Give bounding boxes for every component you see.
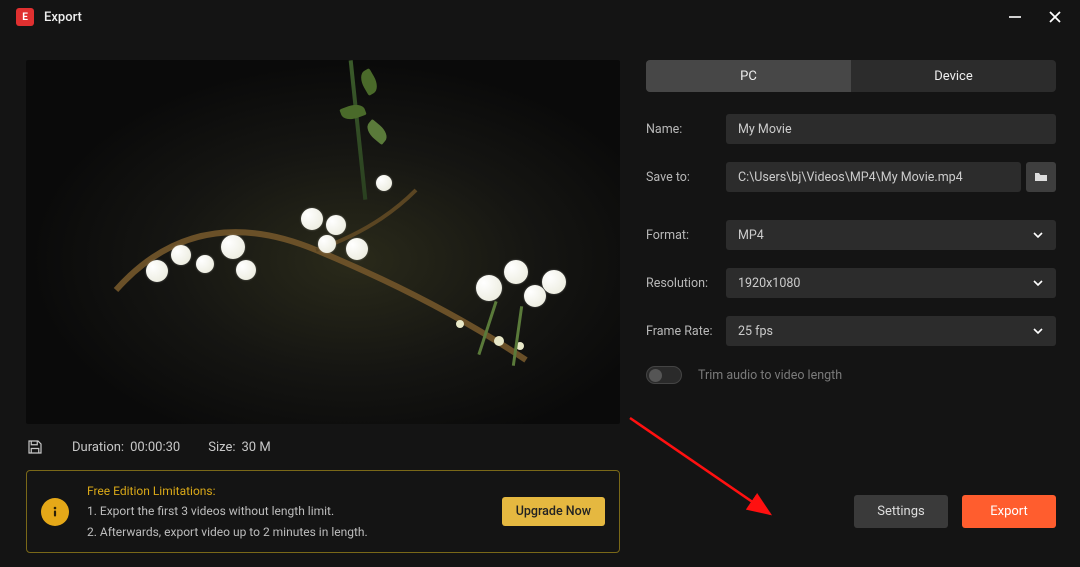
browse-button[interactable] xyxy=(1026,162,1056,192)
framerate-value: 25 fps xyxy=(738,324,773,339)
format-value: MP4 xyxy=(738,228,764,243)
chevron-down-icon xyxy=(1032,229,1044,241)
chevron-down-icon xyxy=(1032,325,1044,337)
window-title: Export xyxy=(44,10,82,25)
framerate-label: Frame Rate: xyxy=(646,324,726,339)
saveto-field[interactable] xyxy=(726,162,1021,192)
duration-value: 00:00:30 xyxy=(130,440,180,455)
tab-device[interactable]: Device xyxy=(851,60,1056,92)
limitations-line2: 2. Afterwards, export video up to 2 minu… xyxy=(87,522,368,542)
name-label: Name: xyxy=(646,122,726,137)
limitations-left: Free Edition Limitations: 1. Export the … xyxy=(41,481,368,542)
minimize-button[interactable] xyxy=(1006,8,1024,26)
name-field[interactable] xyxy=(726,114,1056,144)
size-label: Size: xyxy=(208,440,235,455)
meta-row: Duration: 00:00:30 Size: 30 M xyxy=(26,438,620,456)
video-preview xyxy=(26,60,620,424)
format-select[interactable]: MP4 xyxy=(726,220,1056,250)
filesize: Size: 30 M xyxy=(208,440,270,455)
resolution-value: 1920x1080 xyxy=(738,276,800,291)
app-icon: E xyxy=(16,8,34,26)
app-icon-letter: E xyxy=(22,12,28,23)
resolution-select[interactable]: 1920x1080 xyxy=(726,268,1056,298)
format-label: Format: xyxy=(646,228,726,243)
trim-toggle[interactable] xyxy=(646,366,682,384)
folder-icon xyxy=(1033,169,1049,185)
left-column: Duration: 00:00:30 Size: 30 M xyxy=(26,60,620,456)
close-icon xyxy=(1048,10,1062,24)
toggle-knob xyxy=(649,369,662,382)
resolution-label: Resolution: xyxy=(646,276,726,291)
saveto-label: Save to: xyxy=(646,170,726,185)
name-row: Name: xyxy=(646,114,1056,144)
export-tabs: PC Device xyxy=(646,60,1056,92)
trim-label: Trim audio to video length xyxy=(698,368,842,383)
size-value: 30 M xyxy=(242,440,271,455)
close-button[interactable] xyxy=(1046,8,1064,26)
titlebar: E Export xyxy=(0,0,1080,34)
duration: Duration: 00:00:30 xyxy=(72,440,180,455)
export-button[interactable]: Export xyxy=(962,495,1056,528)
upgrade-button[interactable]: Upgrade Now xyxy=(502,497,605,526)
limitations-title: Free Edition Limitations: xyxy=(87,481,368,501)
bottom-bar: Free Edition Limitations: 1. Export the … xyxy=(0,466,1080,567)
chevron-down-icon xyxy=(1032,277,1044,289)
limitations-text: Free Edition Limitations: 1. Export the … xyxy=(87,481,368,542)
framerate-select[interactable]: 25 fps xyxy=(726,316,1056,346)
info-icon xyxy=(41,498,69,526)
save-icon xyxy=(26,438,44,456)
tab-pc[interactable]: PC xyxy=(646,60,851,92)
titlebar-left: E Export xyxy=(16,8,82,26)
right-column: PC Device Name: Save to: Format: MP4 xyxy=(646,60,1056,456)
content: Duration: 00:00:30 Size: 30 M PC Device … xyxy=(0,34,1080,466)
trim-row: Trim audio to video length xyxy=(646,366,1056,384)
minimize-icon xyxy=(1008,10,1022,24)
window-controls xyxy=(1006,8,1064,26)
limitations-line1: 1. Export the first 3 videos without len… xyxy=(87,501,368,521)
settings-button[interactable]: Settings xyxy=(854,495,948,528)
saveto-row: Save to: xyxy=(646,162,1056,192)
action-buttons: Settings Export xyxy=(640,470,1056,553)
limitations-banner: Free Edition Limitations: 1. Export the … xyxy=(26,470,620,553)
format-row: Format: MP4 xyxy=(646,220,1056,250)
framerate-row: Frame Rate: 25 fps xyxy=(646,316,1056,346)
resolution-row: Resolution: 1920x1080 xyxy=(646,268,1056,298)
export-form: Name: Save to: Format: MP4 Resolution: xyxy=(646,114,1056,384)
duration-label: Duration: xyxy=(72,440,124,455)
